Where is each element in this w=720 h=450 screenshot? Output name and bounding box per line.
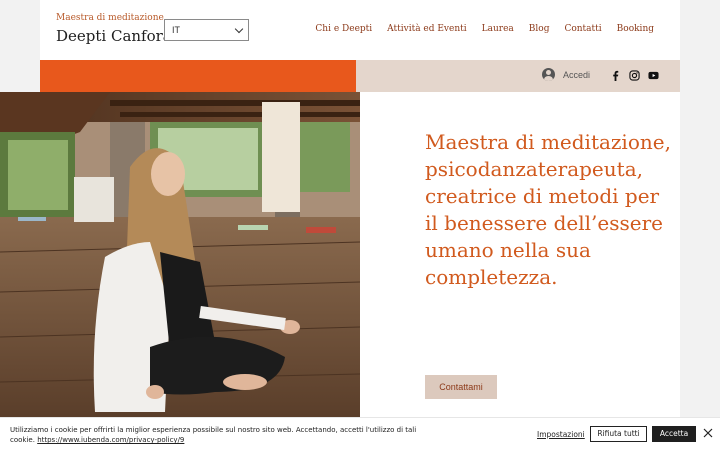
meditation-photo-image <box>0 92 360 417</box>
cookie-banner: Utilizziamo i cookie per offrirti la mig… <box>0 417 720 450</box>
user-avatar-icon <box>542 68 555 81</box>
close-icon[interactable] <box>703 428 713 438</box>
social-bar <box>610 70 659 81</box>
privacy-policy-link[interactable]: https://www.iubenda.com/privacy-policy/9 <box>37 436 184 444</box>
main-nav: Chi e Deepti Attività ed Eventi Laurea B… <box>315 24 654 34</box>
accept-button[interactable]: Accetta <box>652 426 696 442</box>
nav-item-contatti[interactable]: Contatti <box>564 24 601 34</box>
login-label: Accedi <box>563 69 591 80</box>
cookie-preferences-link[interactable]: Impostazioni <box>537 430 585 439</box>
site-header: Maestra di meditazione Deepti Canfora IT… <box>40 0 680 60</box>
nav-item-booking[interactable]: Booking <box>617 24 654 34</box>
right-gutter <box>680 0 720 450</box>
instagram-icon[interactable] <box>629 70 640 81</box>
accent-band <box>40 60 356 92</box>
cookie-message: Utilizziamo i cookie per offrirti la mig… <box>10 425 430 445</box>
hero-headline: Maestra di meditazione, psicodanzaterape… <box>425 130 671 289</box>
reject-all-button[interactable]: Rifiuta tutti <box>590 426 647 442</box>
contact-button[interactable]: Contattami <box>425 375 497 399</box>
nav-item-attivita-eventi[interactable]: Attività ed Eventi <box>387 24 466 34</box>
chevron-down-icon <box>234 24 244 34</box>
youtube-icon[interactable] <box>648 70 659 81</box>
nav-item-chi-e-deepti[interactable]: Chi e Deepti <box>315 24 372 34</box>
nav-item-blog[interactable]: Blog <box>529 24 550 34</box>
nav-item-laurea[interactable]: Laurea <box>482 24 514 34</box>
language-selected: IT <box>172 25 180 35</box>
language-select[interactable]: IT <box>164 19 249 41</box>
hero-photo <box>0 92 360 417</box>
brand-subtitle: Maestra di meditazione <box>56 13 164 23</box>
facebook-icon[interactable] <box>610 70 621 81</box>
brand-title[interactable]: Deepti Canfora <box>56 27 172 45</box>
login-button[interactable]: Accedi <box>542 68 590 81</box>
